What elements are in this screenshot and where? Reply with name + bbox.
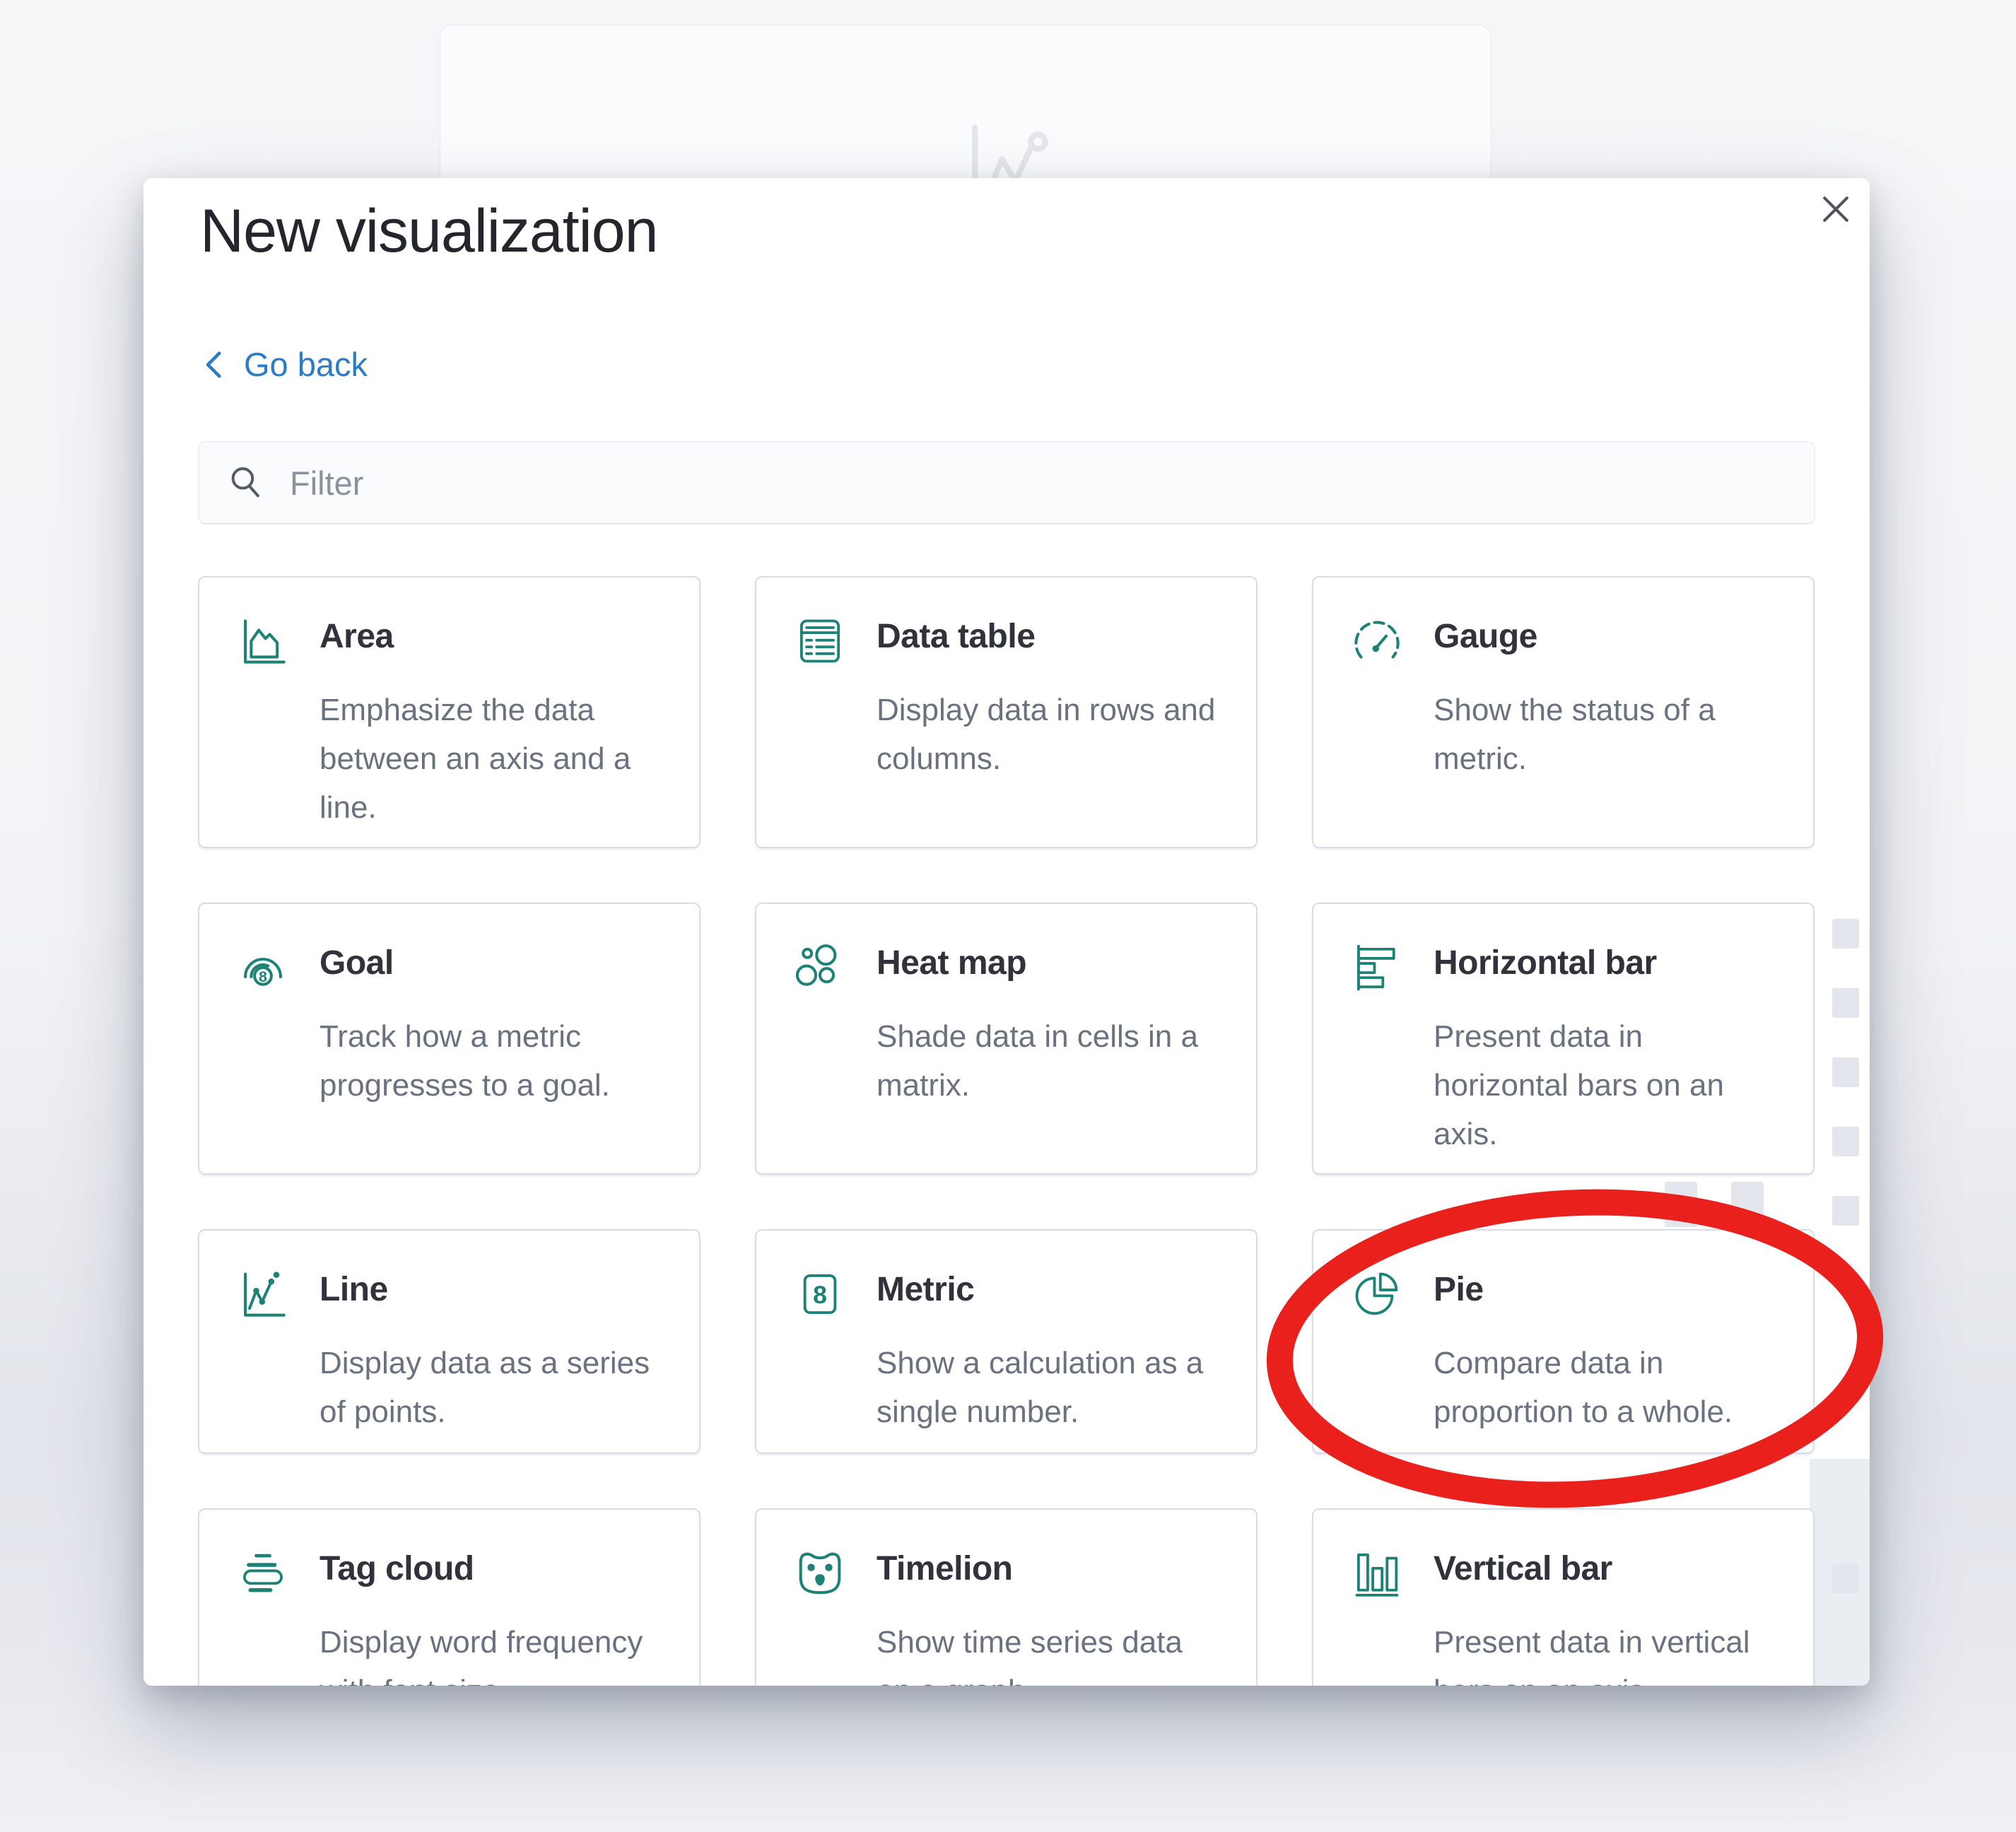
card-title: Goal xyxy=(320,944,661,982)
card-pie[interactable]: Pie Compare data in proportion to a whol… xyxy=(1312,1229,1815,1454)
visualization-grid: Area Emphasize the data between an axis … xyxy=(198,576,1815,1686)
card-description: Present data in vertical bars on an axis… xyxy=(1434,1618,1775,1686)
card-area[interactable]: Area Emphasize the data between an axis … xyxy=(198,576,701,848)
close-button[interactable] xyxy=(1816,189,1856,229)
filter-input[interactable] xyxy=(288,463,1814,503)
card-description: Display word frequency with font size. xyxy=(320,1618,661,1686)
card-description: Present data in horizontal bars on an ax… xyxy=(1434,1012,1775,1158)
gauge-icon xyxy=(1350,614,1404,668)
vertical-bar-icon xyxy=(1350,1546,1404,1600)
card-description: Track how a metric progresses to a goal. xyxy=(320,1012,661,1110)
chevron-left-icon xyxy=(200,349,225,380)
card-heat-map[interactable]: Heat map Shade data in cells in a matrix… xyxy=(755,903,1258,1175)
card-title: Vertical bar xyxy=(1434,1549,1775,1588)
card-gauge[interactable]: Gauge Show the status of a metric. xyxy=(1312,576,1815,848)
card-description: Compare data in proportion to a whole. xyxy=(1434,1339,1775,1436)
card-tag-cloud[interactable]: Tag cloud Display word frequency with fo… xyxy=(198,1508,701,1686)
area-chart-icon xyxy=(236,614,290,668)
line-chart-icon xyxy=(236,1267,290,1321)
card-timelion[interactable]: Timelion Show time series data on a grap… xyxy=(755,1508,1258,1686)
search-icon xyxy=(228,464,264,501)
card-title: Gauge xyxy=(1434,617,1775,656)
card-title: Timelion xyxy=(877,1549,1218,1588)
page-background: New visualization Go back xyxy=(0,0,2016,1832)
card-title: Line xyxy=(320,1270,661,1309)
svg-text:8: 8 xyxy=(813,1281,827,1309)
card-title: Pie xyxy=(1434,1270,1775,1309)
card-description: Show time series data on a graph. xyxy=(877,1618,1218,1686)
timelion-icon xyxy=(793,1546,847,1600)
horizontal-bar-icon xyxy=(1350,941,1404,994)
goal-icon: 8 xyxy=(236,941,290,994)
card-horizontal-bar[interactable]: Horizontal bar Present data in horizonta… xyxy=(1312,903,1815,1175)
go-back-label: Go back xyxy=(244,345,368,384)
card-description: Shade data in cells in a matrix. xyxy=(877,1012,1218,1110)
go-back-link[interactable]: Go back xyxy=(200,345,368,384)
card-vertical-bar[interactable]: Vertical bar Present data in vertical ba… xyxy=(1312,1508,1815,1686)
filter-field[interactable] xyxy=(198,441,1815,524)
card-title: Horizontal bar xyxy=(1434,944,1775,982)
card-line[interactable]: Line Display data as a series of points. xyxy=(198,1229,701,1454)
new-visualization-modal: New visualization Go back xyxy=(143,178,1870,1686)
card-title: Tag cloud xyxy=(320,1549,661,1588)
card-description: Show the status of a metric. xyxy=(1434,686,1775,783)
card-metric[interactable]: 8 Metric Show a calculation as a single … xyxy=(755,1229,1258,1454)
data-table-icon xyxy=(793,614,847,668)
card-title: Area xyxy=(320,617,661,656)
svg-text:8: 8 xyxy=(259,968,267,985)
card-description: Display data as a series of points. xyxy=(320,1339,661,1436)
pie-chart-icon xyxy=(1350,1267,1404,1321)
card-description: Display data in rows and columns. xyxy=(877,686,1218,783)
modal-title: New visualization xyxy=(200,196,657,266)
close-icon xyxy=(1819,193,1852,225)
card-title: Data table xyxy=(877,617,1218,656)
card-description: Emphasize the data between an axis and a… xyxy=(320,686,661,832)
metric-icon: 8 xyxy=(793,1267,847,1321)
card-title: Metric xyxy=(877,1270,1218,1309)
card-data-table[interactable]: Data table Display data in rows and colu… xyxy=(755,576,1258,848)
heat-map-icon xyxy=(793,941,847,994)
card-goal[interactable]: 8 Goal Track how a metric progresses to … xyxy=(198,903,701,1175)
tag-cloud-icon xyxy=(236,1546,290,1600)
card-description: Show a calculation as a single number. xyxy=(877,1339,1218,1436)
card-title: Heat map xyxy=(877,944,1218,982)
